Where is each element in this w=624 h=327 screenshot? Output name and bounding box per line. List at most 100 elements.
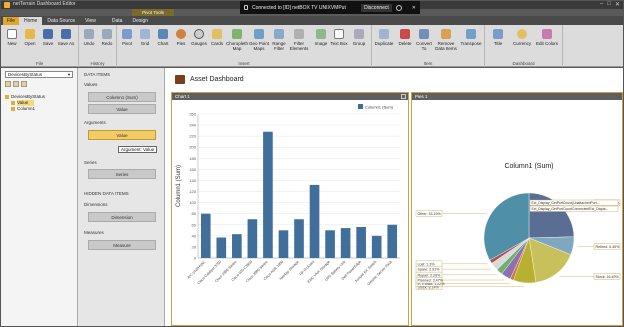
title-button[interactable]: Title bbox=[489, 29, 507, 46]
new-icon bbox=[7, 29, 17, 39]
data-source-select[interactable]: DevicesByStatus ▼ bbox=[5, 71, 73, 78]
tab-data[interactable]: Data bbox=[107, 17, 128, 25]
pin-icon[interactable] bbox=[395, 4, 402, 11]
bar bbox=[371, 235, 382, 258]
connection-bar: Connected to [ID] netBOX TV UNIXVMPut Di… bbox=[240, 1, 420, 14]
ribbon: New Open Save Save As File Undo Redo His… bbox=[1, 25, 623, 67]
undo-button[interactable]: Undo bbox=[80, 29, 98, 46]
pie-slice-label: Repair: 2.26% bbox=[418, 273, 442, 277]
currency-icon bbox=[517, 29, 527, 39]
app-icon bbox=[4, 2, 10, 8]
window-close-icon[interactable]: ✕ bbox=[615, 1, 620, 8]
pie-slice-label: Lost: 1.3% bbox=[418, 262, 436, 266]
pivot-icon bbox=[122, 29, 132, 39]
connection-text: Connected to [ID] netBOX TV UNIXVMPut bbox=[252, 4, 346, 11]
minimize-icon[interactable]: – bbox=[600, 1, 603, 8]
bar bbox=[263, 131, 273, 258]
ribbon-group-file: New Open Save Save As File bbox=[1, 25, 79, 67]
pie-slice-label: Other: 33.19% bbox=[418, 212, 442, 216]
pivot-button[interactable]: Pivot bbox=[118, 29, 136, 46]
edit-colors-button[interactable]: Edit Colors bbox=[535, 29, 559, 46]
dashboard-icon bbox=[175, 75, 185, 84]
tab-data-source[interactable]: Data Source bbox=[42, 17, 80, 25]
chart-pane[interactable]: Chart 1 0 20 40 60 80 100 120 140 160 180 200 220 24… bbox=[171, 92, 409, 326]
values-slot[interactable]: Column1 (Sum) bbox=[88, 92, 156, 102]
transpose-button[interactable]: Transpose bbox=[460, 29, 482, 46]
pie-pane[interactable]: Pies 1 Column1 (Sum)Active: 24.57%Retire… bbox=[411, 92, 623, 326]
group-label-history: History bbox=[90, 61, 105, 66]
dimension-slot[interactable]: Dimension bbox=[88, 212, 156, 222]
ribbon-group-dashboard: Title Currency Edit Colors Dashboard bbox=[485, 25, 563, 67]
tab-file[interactable]: File bbox=[3, 17, 19, 25]
legend-label: Column1 (Sum) bbox=[365, 105, 394, 110]
pie-slice-label: Retired: 6.45% bbox=[596, 245, 621, 249]
measure-slot[interactable]: Measure bbox=[88, 240, 156, 250]
duplicate-button[interactable]: Duplicate bbox=[374, 29, 394, 46]
group-label-insert: Insert bbox=[238, 61, 250, 66]
redo-button[interactable]: Redo bbox=[98, 29, 116, 46]
save-as-icon bbox=[61, 29, 71, 39]
tab-home[interactable]: Home bbox=[19, 17, 43, 25]
edit-query-icon[interactable] bbox=[13, 81, 19, 87]
save-button[interactable]: Save bbox=[39, 29, 57, 46]
geo-point-icon bbox=[254, 29, 264, 39]
series-slot[interactable]: Series bbox=[88, 169, 156, 179]
new-button[interactable]: New bbox=[3, 29, 21, 46]
delete-icon bbox=[400, 29, 410, 39]
group-label-file: File bbox=[35, 61, 44, 66]
filter-elements-button[interactable]: Filter Elements bbox=[288, 29, 310, 51]
text-box-button[interactable]: Text Box bbox=[330, 29, 348, 46]
chart-button[interactable]: Chart bbox=[154, 29, 172, 46]
cards-button[interactable]: Cards bbox=[208, 29, 226, 46]
save-as-button[interactable]: Save As bbox=[57, 29, 75, 46]
group-button[interactable]: Group bbox=[350, 29, 368, 46]
tree-item-column1[interactable]: Column1 bbox=[5, 106, 45, 112]
delete-button[interactable]: Delete bbox=[396, 29, 414, 46]
refresh-icon[interactable] bbox=[21, 81, 27, 87]
undo-icon bbox=[84, 29, 94, 39]
grid-button[interactable]: Grid bbox=[136, 29, 154, 46]
image-button[interactable]: Image bbox=[312, 29, 330, 46]
gauge-icon bbox=[194, 29, 204, 39]
convert-to-button[interactable]: Convert To bbox=[415, 29, 433, 51]
chevron-down-icon: ▼ bbox=[67, 72, 71, 77]
remove-data-items-button[interactable]: Remove Data Items bbox=[435, 29, 457, 51]
duplicate-icon bbox=[379, 29, 389, 39]
hidden-items-title: HIDDEN DATA ITEMS bbox=[84, 191, 129, 196]
y-axis-label: Column1 (Sum) bbox=[176, 165, 182, 207]
disconnect-button[interactable]: Disconnect bbox=[361, 3, 392, 12]
app-window: netTerrain Dashboard Editor Connected to… bbox=[0, 0, 624, 327]
open-button[interactable]: Open bbox=[21, 29, 39, 46]
dashboard-title[interactable]: Asset Dashboard bbox=[190, 76, 244, 83]
currency-button[interactable]: Currency bbox=[511, 29, 533, 46]
chart-pane-title: Chart 1 bbox=[175, 94, 190, 99]
y-tick-label: 120 bbox=[189, 189, 196, 194]
data-items-title: DATA ITEMS bbox=[84, 72, 111, 77]
y-tick-label: 0 bbox=[194, 256, 197, 261]
argument-slot[interactable]: Value bbox=[88, 130, 156, 140]
y-tick-label: 40 bbox=[192, 233, 197, 238]
image-icon bbox=[316, 29, 326, 39]
bar bbox=[200, 213, 211, 258]
argument-tooltip: Argument: Value bbox=[118, 146, 158, 153]
pie-chart: Column1 (Sum)Active: 24.57%Retired: 6.45… bbox=[415, 163, 621, 290]
values-add-slot[interactable]: Value bbox=[88, 104, 156, 114]
pie-series-label: Ext_Display_GetPortCount(UnattachedPort.… bbox=[532, 201, 600, 205]
field-icon bbox=[11, 107, 15, 111]
tab-design[interactable]: Design bbox=[127, 17, 153, 25]
geo-point-maps-button[interactable]: Geo Point Maps bbox=[248, 29, 270, 51]
close-icon[interactable]: ✕ bbox=[412, 5, 416, 11]
save-icon bbox=[43, 29, 53, 39]
bar bbox=[232, 234, 242, 258]
range-filter-button[interactable]: Range Filter bbox=[270, 29, 288, 51]
export-icon[interactable] bbox=[401, 94, 406, 99]
bar bbox=[387, 224, 398, 258]
pies-button[interactable]: Pies bbox=[172, 29, 190, 46]
y-tick-label: 60 bbox=[192, 222, 197, 227]
maximize-icon[interactable]: □ bbox=[607, 1, 611, 8]
pie-slice-label: Planned: 3.47% bbox=[418, 279, 444, 283]
add-calculated-field-icon[interactable] bbox=[5, 81, 11, 87]
gauges-button[interactable]: Gauges bbox=[190, 29, 208, 46]
tab-view[interactable]: View bbox=[80, 17, 101, 25]
choropleth-map-button[interactable]: Choropleth Map bbox=[226, 29, 248, 51]
